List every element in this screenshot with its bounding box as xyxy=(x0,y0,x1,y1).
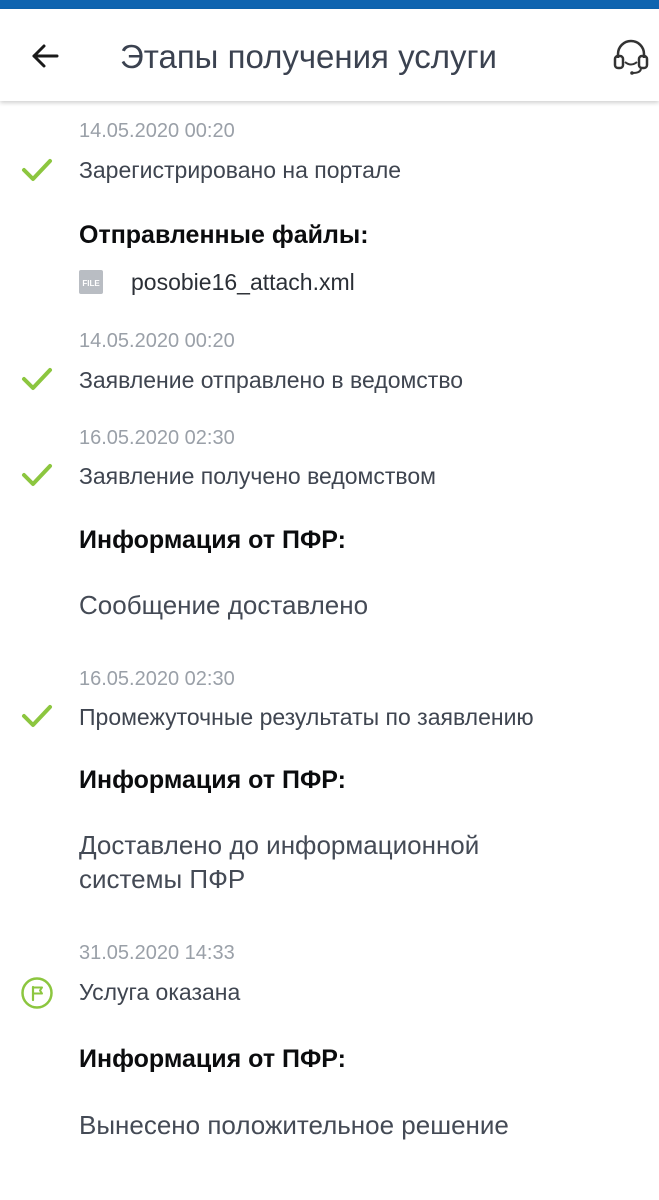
check-icon xyxy=(22,159,52,181)
step-date: 16.05.2020 02:30 xyxy=(79,427,235,449)
timeline: 14.05.2020 00:20 Зарегистрировано на пор… xyxy=(0,101,659,1200)
step-title: Зарегистрировано на портале xyxy=(79,157,402,183)
status-bar-strip xyxy=(0,0,659,9)
check-icon xyxy=(22,705,52,727)
back-button[interactable] xyxy=(22,33,68,79)
step-date: 14.05.2020 00:20 xyxy=(79,120,235,142)
step-date: 14.05.2020 00:20 xyxy=(79,330,235,352)
info-heading: Информация от ПФР: xyxy=(79,766,346,794)
info-text: Вынесено положительное решение xyxy=(79,1110,509,1140)
files-heading: Отправленные файлы: xyxy=(79,221,369,249)
step-date: 31.05.2020 14:33 xyxy=(79,942,235,964)
file-icon: FILE xyxy=(79,270,103,294)
page-title: Этапы получения услуги xyxy=(120,38,497,75)
headset-icon xyxy=(613,39,649,75)
step-title: Услуга оказана xyxy=(79,979,241,1005)
step-date: 16.05.2020 02:30 xyxy=(79,668,235,690)
step-title: Промежуточные результаты по заявлению xyxy=(79,704,534,730)
step-title: Заявление отправлено в ведомство xyxy=(79,367,464,393)
info-text: Доставлено до информационной системы ПФР xyxy=(79,830,480,894)
flag-icon xyxy=(21,977,53,1009)
step-title: Заявление получено ведомством xyxy=(79,463,436,489)
info-heading: Информация от ПФР: xyxy=(79,1045,346,1073)
check-icon xyxy=(22,368,52,390)
info-text: Сообщение доставлено xyxy=(79,590,369,620)
support-button[interactable] xyxy=(606,33,656,79)
app-bar: Этапы получения услуги xyxy=(0,9,659,101)
file-badge-label: FILE xyxy=(82,279,100,288)
info-heading: Информация от ПФР: xyxy=(79,526,346,554)
arrow-left-icon xyxy=(32,44,59,68)
check-icon xyxy=(22,464,52,486)
attached-file-link[interactable]: posobie16_attach.xml xyxy=(131,268,355,296)
